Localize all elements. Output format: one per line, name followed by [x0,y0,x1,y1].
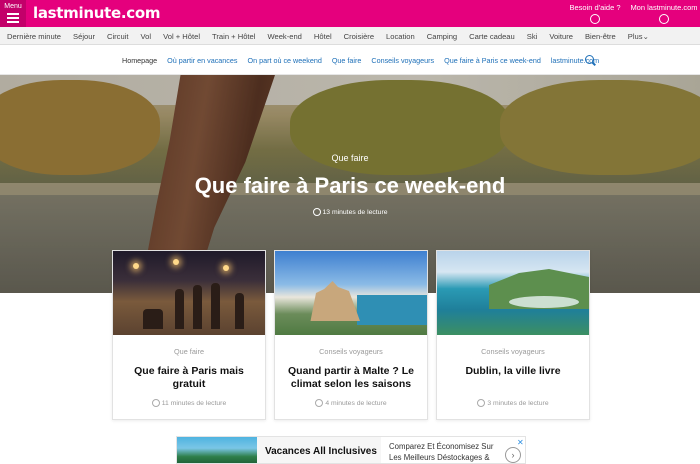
subnav-link[interactable]: Conseils voyageurs [371,56,434,65]
category-nav-item[interactable]: Séjour [73,32,95,41]
logo[interactable]: lastminute.com [33,4,160,22]
hero-category[interactable]: Que faire [0,153,700,163]
card-category[interactable]: Conseils voyageurs [275,347,427,356]
sub-nav: Homepage Où partir en vacances On part où … [0,45,700,75]
category-nav-item[interactable]: Location [386,32,415,41]
category-nav-item[interactable]: Train + Hôtel [212,32,255,41]
card-read-time-label: 3 minutes de lecture [487,400,549,407]
menu-label: Menu [4,3,22,10]
category-nav: Dernière minute Séjour Circuit Vol Vol + Hôt… [0,27,700,45]
category-nav-item[interactable]: Hôtel [314,32,332,41]
card-category[interactable]: Conseils voyageurs [437,347,589,356]
card-read-time: 4 minutes de lecture [275,399,427,407]
clock-icon [151,399,160,407]
help-link[interactable]: Besoin d'aide ? [565,3,625,24]
category-nav-item[interactable]: Camping [427,32,457,41]
article-card[interactable]: Que faire Que faire à Paris mais gratuit… [112,250,266,420]
card-category[interactable]: Que faire [113,347,265,356]
clock-icon [312,208,321,216]
ad-title[interactable]: Vacances All Inclusives [265,446,377,457]
category-nav-item[interactable]: Croisière [344,32,374,41]
clock-icon [315,399,324,407]
user-icon [659,14,669,24]
article-card[interactable]: Conseils voyageurs Quand partir à Malte … [274,250,428,420]
hero-read-time-label: 13 minutes de lecture [322,209,388,216]
category-nav-item[interactable]: Bien-être [585,32,616,41]
category-nav-item[interactable]: Circuit [107,32,129,41]
subnav-link[interactable]: Que faire à Paris ce week-end [444,56,541,65]
card-title[interactable]: Quand partir à Malte ? Le climat selon l… [283,365,419,391]
card-read-time: 11 minutes de lecture [113,399,265,407]
help-label: Besoin d'aide ? [569,3,621,12]
ad-close-icon[interactable]: ✕ [517,438,524,447]
search-icon[interactable] [585,55,594,64]
card-title[interactable]: Dublin, la ville livre [445,365,581,378]
category-nav-item[interactable]: Week-end [267,32,301,41]
ad-panel[interactable]: Comparez Et Économisez Sur Les Meilleurs… [381,437,525,463]
article-card[interactable]: Conseils voyageurs Dublin, la ville livr… [436,250,590,420]
chevron-right-icon[interactable]: › [505,447,521,463]
card-read-time: 3 minutes de lecture [437,399,589,407]
subnav-link[interactable]: On part où ce weekend [248,56,322,65]
subnav-link[interactable]: Que faire [332,56,362,65]
hero-title[interactable]: Que faire à Paris ce week-end [0,173,700,199]
ad-banner[interactable]: Vacances All Inclusives Comparez Et Écon… [176,436,526,464]
ad-image[interactable] [177,437,257,463]
menu-button[interactable]: Menu [0,0,26,27]
category-nav-item[interactable]: Ski [527,32,538,41]
card-read-time-label: 11 minutes de lecture [161,400,227,407]
card-image-malta-coast[interactable] [275,251,427,335]
account-link[interactable]: Mon lastminute.com [628,3,700,24]
headset-icon [590,14,600,24]
card-title[interactable]: Que faire à Paris mais gratuit [121,365,257,391]
category-nav-item[interactable]: Carte cadeau [469,32,515,41]
category-nav-item[interactable]: Dernière minute [7,32,61,41]
clock-icon [477,399,486,407]
card-image-dublin-coast[interactable] [437,251,589,335]
account-label: Mon lastminute.com [630,3,698,12]
subnav-home[interactable]: Homepage [122,56,157,65]
category-nav-item[interactable]: Voiture [549,32,573,41]
top-bar: Menu lastminute.com Besoin d'aide ? Mon … [0,0,700,27]
hamburger-icon [7,13,19,23]
category-nav-item[interactable]: Vol + Hôtel [163,32,200,41]
ad-text: Comparez Et Économisez Sur Les Meilleurs… [389,442,494,462]
card-read-time-label: 4 minutes de lecture [325,400,387,407]
category-nav-item[interactable]: Vol [141,32,152,41]
subnav-link[interactable]: Où partir en vacances [167,56,237,65]
hero-read-time: 13 minutes de lecture [0,208,700,216]
category-nav-item[interactable]: Plus [628,32,643,41]
chevron-down-icon[interactable]: ⌄ [643,32,649,41]
card-image-paris-night[interactable] [113,251,265,335]
